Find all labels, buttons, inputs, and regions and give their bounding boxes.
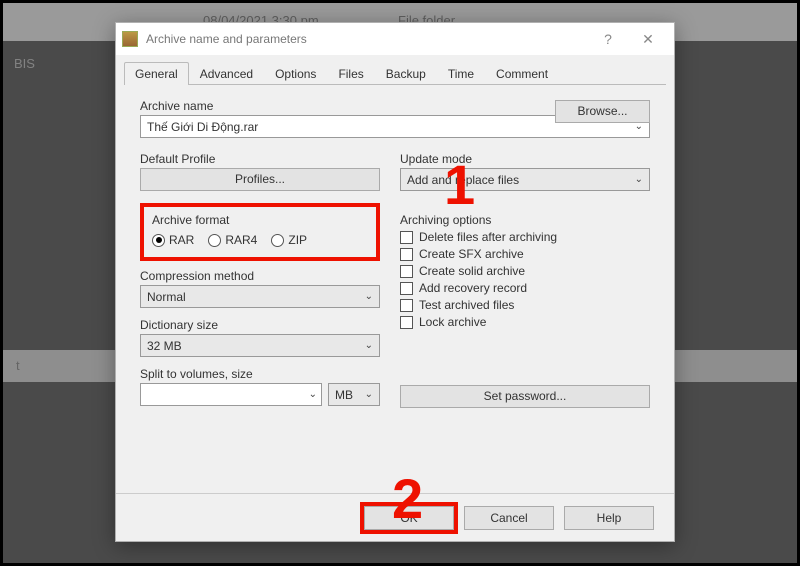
compression-method-select[interactable]: Normal ⌄ — [140, 285, 380, 308]
chevron-down-icon: ⌄ — [365, 389, 373, 400]
set-password-button[interactable]: Set password... — [400, 385, 650, 408]
chk-delete-after[interactable]: Delete files after archiving — [400, 230, 650, 244]
chk-test-archived[interactable]: Test archived files — [400, 298, 650, 312]
radio-rar[interactable]: RAR — [152, 233, 194, 247]
default-profile-label: Default Profile — [140, 152, 380, 166]
dictionary-size-select[interactable]: 32 MB ⌄ — [140, 334, 380, 357]
tab-backup[interactable]: Backup — [375, 62, 437, 85]
tab-time[interactable]: Time — [437, 62, 485, 85]
radio-zip[interactable]: ZIP — [271, 233, 307, 247]
chevron-down-icon: ⌄ — [365, 340, 373, 351]
profiles-button[interactable]: Profiles... — [140, 168, 380, 191]
callout-1: 1 — [444, 157, 475, 213]
chevron-down-icon: ⌄ — [365, 291, 373, 302]
split-size-input[interactable]: ⌄ — [140, 383, 322, 406]
archiving-options-label: Archiving options — [400, 213, 650, 227]
archive-format-group: Archive format RAR RAR4 ZIP — [140, 203, 380, 261]
dictionary-size-label: Dictionary size — [140, 318, 380, 332]
titlebar: Archive name and parameters ? ✕ — [116, 23, 674, 55]
callout-2: 2 — [392, 471, 423, 527]
archive-dialog: Archive name and parameters ? ✕ General … — [115, 22, 675, 542]
tab-advanced[interactable]: Advanced — [189, 62, 264, 85]
dialog-title: Archive name and parameters — [146, 32, 588, 46]
tab-content: Archive name Browse... Thế Giới Di Động.… — [116, 85, 674, 418]
chk-create-solid[interactable]: Create solid archive — [400, 264, 650, 278]
browse-button[interactable]: Browse... — [555, 100, 650, 123]
radio-rar4[interactable]: RAR4 — [208, 233, 257, 247]
close-icon[interactable]: ✕ — [628, 31, 668, 48]
tab-options[interactable]: Options — [264, 62, 327, 85]
tab-comment[interactable]: Comment — [485, 62, 559, 85]
tab-general[interactable]: General — [124, 62, 189, 85]
chk-recovery-record[interactable]: Add recovery record — [400, 281, 650, 295]
archive-format-label: Archive format — [152, 213, 368, 227]
split-volumes-label: Split to volumes, size — [140, 367, 380, 381]
winrar-icon — [122, 31, 138, 47]
chevron-down-icon: ⌄ — [309, 389, 317, 400]
help-icon[interactable]: ? — [588, 31, 628, 47]
split-unit-select[interactable]: MB ⌄ — [328, 383, 380, 406]
tab-files[interactable]: Files — [327, 62, 374, 85]
tab-strip: General Advanced Options Files Backup Ti… — [124, 62, 666, 85]
cancel-button[interactable]: Cancel — [464, 506, 554, 530]
compression-method-label: Compression method — [140, 269, 380, 283]
archive-name-value: Thế Giới Di Động.rar — [147, 120, 258, 134]
chk-lock-archive[interactable]: Lock archive — [400, 315, 650, 329]
chk-create-sfx[interactable]: Create SFX archive — [400, 247, 650, 261]
update-mode-select[interactable]: Add and replace files ⌄ — [400, 168, 650, 191]
chevron-down-icon: ⌄ — [635, 174, 643, 185]
update-mode-label: Update mode — [400, 152, 650, 166]
help-button[interactable]: Help — [564, 506, 654, 530]
